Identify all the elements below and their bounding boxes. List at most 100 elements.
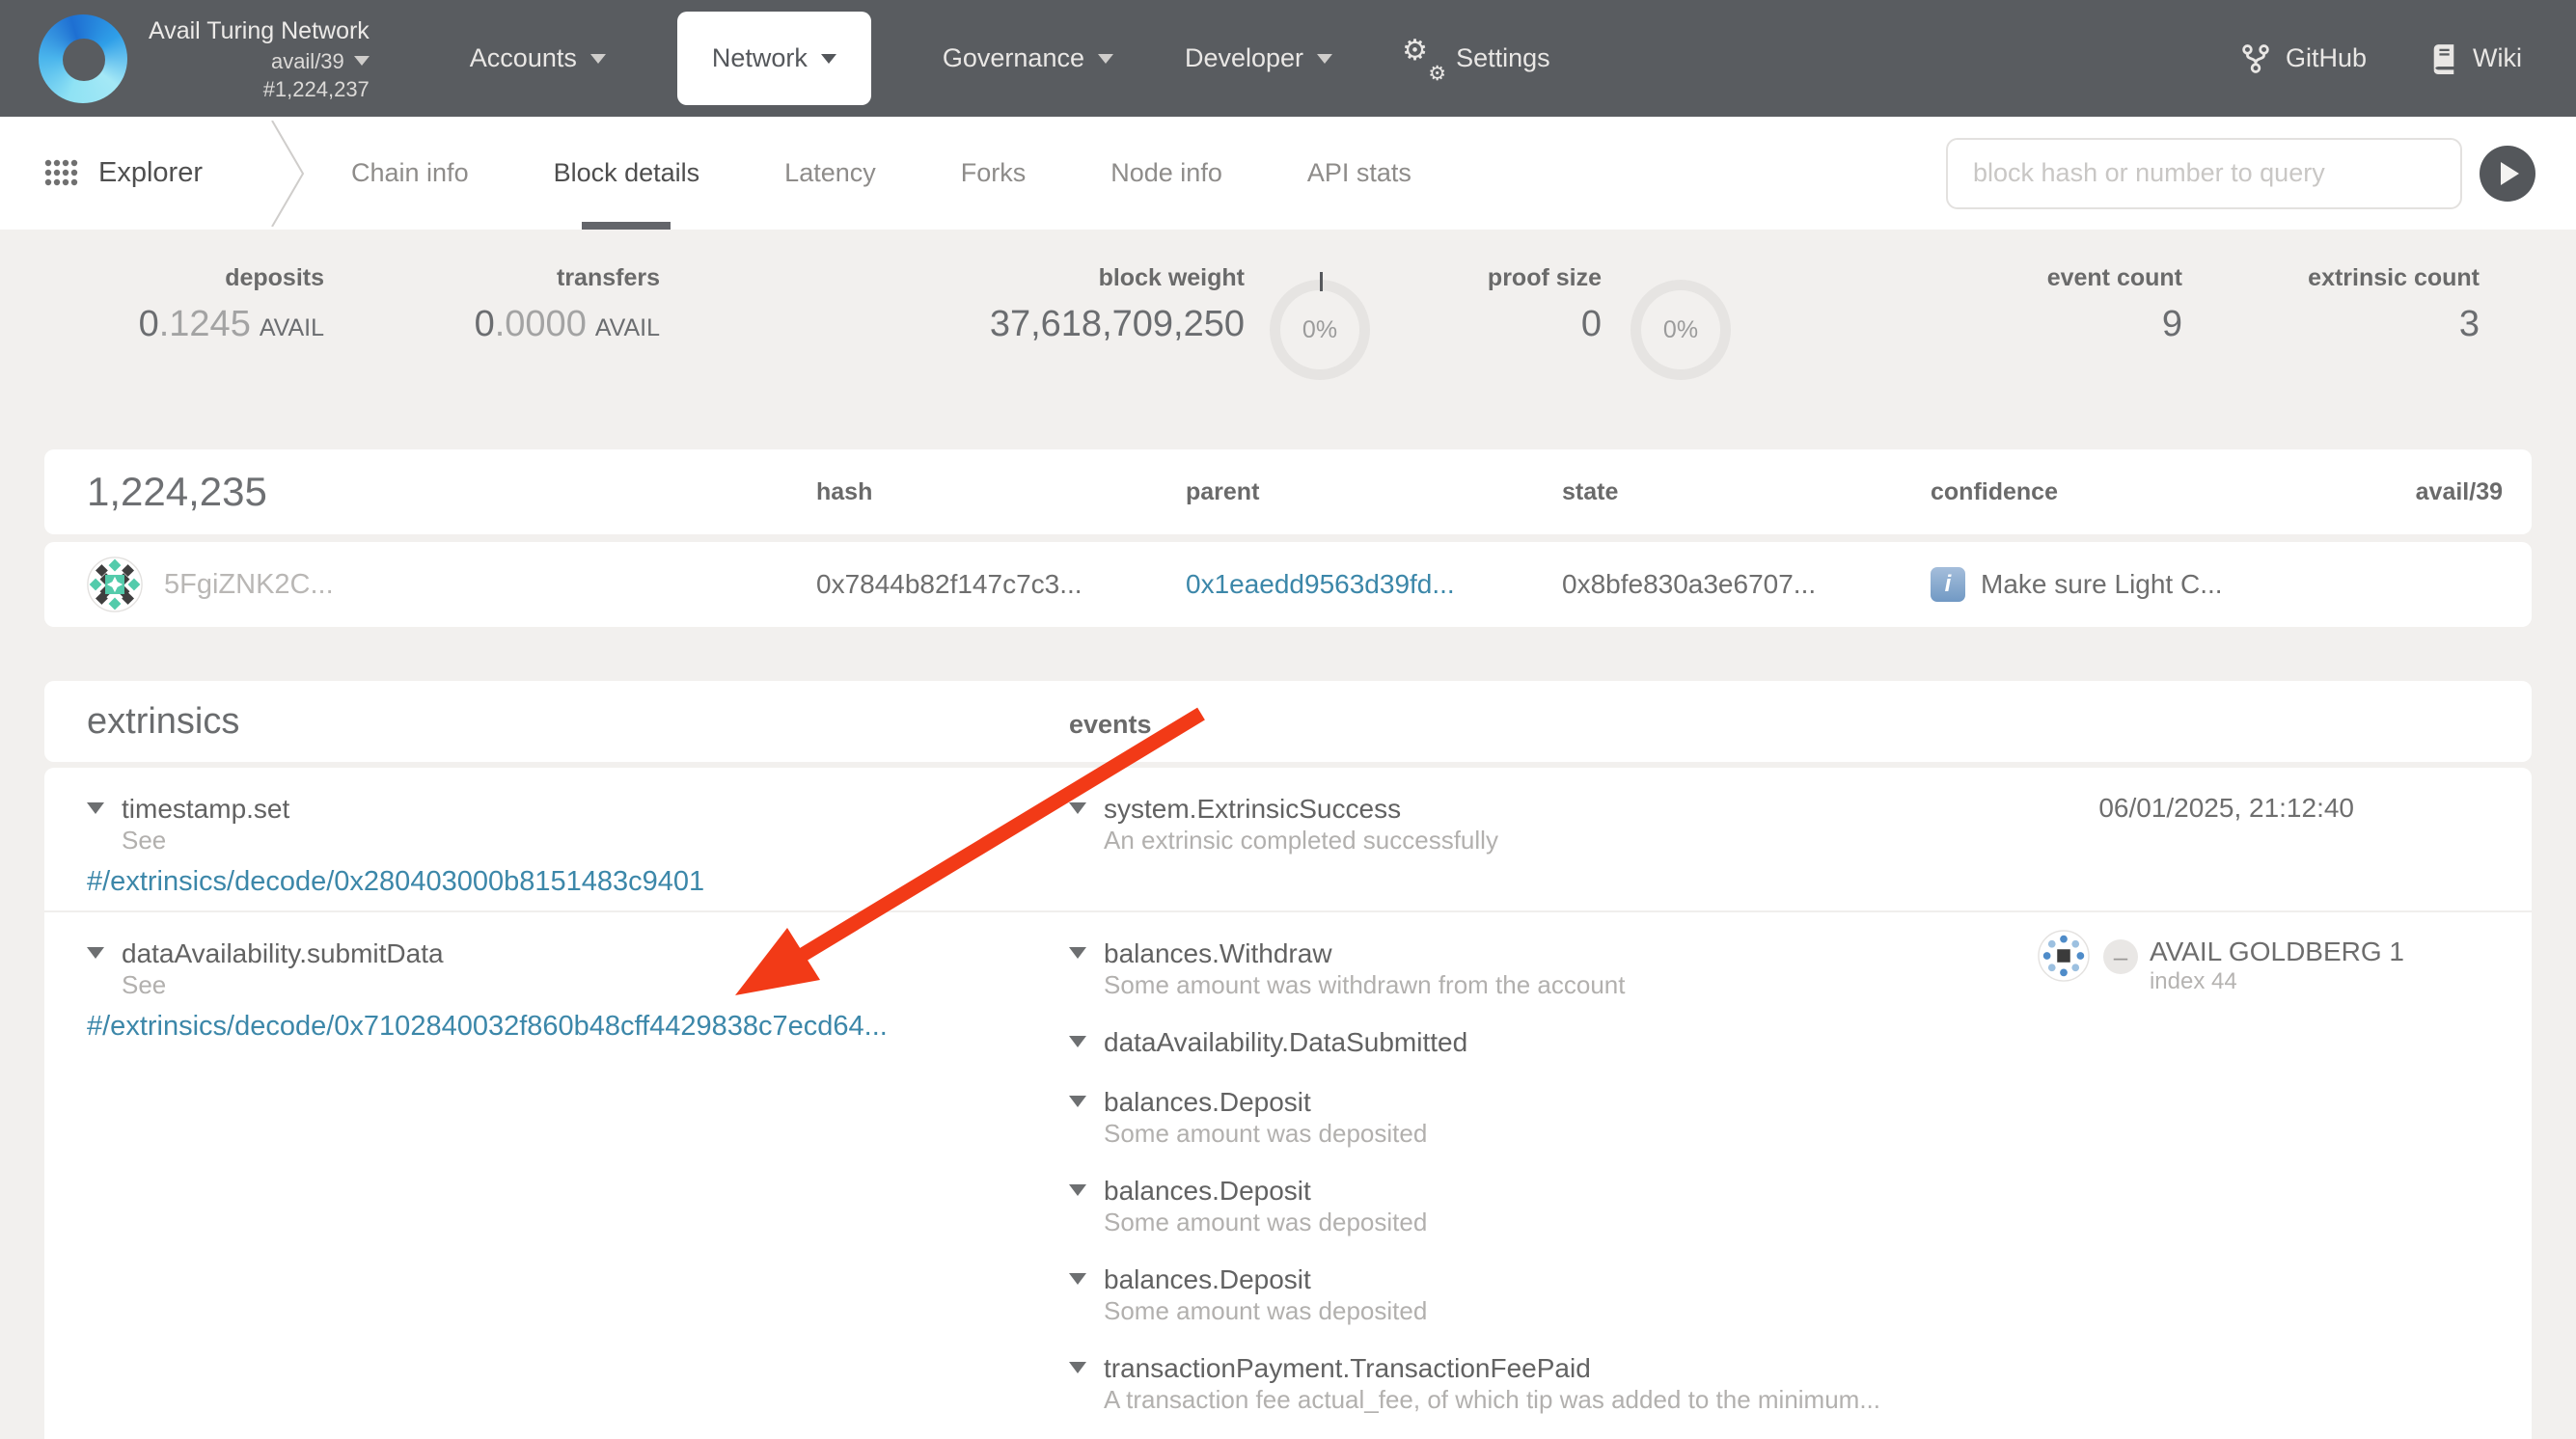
menu-item-network[interactable]: Network <box>677 12 871 105</box>
block-weight-progress-ring: 0% <box>1270 280 1370 380</box>
event-row: system.ExtrinsicSuccess An extrinsic com… <box>1069 793 2489 855</box>
value-int: 0 <box>1581 304 1602 344</box>
tab-forks[interactable]: Forks <box>961 117 1027 230</box>
tab-latency[interactable]: Latency <box>784 117 876 230</box>
search-submit-button[interactable] <box>2480 146 2535 202</box>
confidence-text: Make sure Light C... <box>1981 569 2223 600</box>
account-name: AVAIL GOLDBERG 1 <box>2150 936 2404 968</box>
stat-proof-size: proof size 0 <box>1380 264 1602 345</box>
extrinsics-panel-body: timestamp.set See #/extrinsics/decode/0x… <box>44 768 2532 1439</box>
tab-node-info[interactable]: Node info <box>1110 117 1222 230</box>
block-number: 1,224,235 <box>87 469 816 515</box>
tab-label: Chain info <box>351 158 469 188</box>
chain-selector[interactable]: avail/39 <box>271 47 370 75</box>
event-text: balances.Deposit Some amount was deposit… <box>1104 1175 1427 1236</box>
block-card-header: 1,224,235 hash parent state confidence a… <box>44 449 2532 534</box>
stat-label: block weight <box>868 264 1245 292</box>
avail-logo-icon <box>39 14 127 103</box>
caret-down-icon <box>590 54 606 64</box>
events-title: events <box>1069 710 1152 740</box>
stat-label: extrinsic count <box>2248 264 2480 292</box>
extrinsics-panel: extrinsics events timestamp.set See #/ex… <box>44 681 2532 1439</box>
wiki-book-icon <box>2430 43 2457 74</box>
block-card: 1,224,235 hash parent state confidence a… <box>44 449 2532 627</box>
stat-label: proof size <box>1380 264 1602 292</box>
expand-caret-icon[interactable] <box>1069 1362 1086 1373</box>
menu-item-governance[interactable]: Governance <box>943 43 1113 73</box>
extrinsic-row: dataAvailability.submitData See <box>87 937 1069 999</box>
col-header-chain: avail/39 <box>2416 478 2503 506</box>
link-label: Wiki <box>2473 43 2522 73</box>
ring-percent: 0% <box>1302 316 1337 344</box>
expand-caret-icon[interactable] <box>1069 1273 1086 1285</box>
event-text: system.ExtrinsicSuccess An extrinsic com… <box>1104 793 1498 855</box>
extrinsic-cell: dataAvailability.submitData See #/extrin… <box>87 937 1069 1439</box>
secondary-nav: Explorer Chain info Block details Latenc… <box>0 117 2576 230</box>
expand-caret-icon[interactable] <box>1069 947 1086 959</box>
block-confidence-cell: i Make sure Light C... <box>1931 567 2336 602</box>
menu-item-accounts[interactable]: Accounts <box>470 43 606 73</box>
event-row: balances.Deposit Some amount was deposit… <box>1069 1263 2489 1325</box>
expand-caret-icon[interactable] <box>1069 1184 1086 1196</box>
tab-block-details[interactable]: Block details <box>554 117 700 230</box>
wiki-link[interactable]: Wiki <box>2430 43 2522 74</box>
block-search-input[interactable] <box>1946 138 2462 209</box>
col-header-hash: hash <box>816 478 1186 506</box>
event-desc: A transaction fee actual_fee, of which t… <box>1104 1385 1880 1414</box>
caret-down-icon <box>1317 54 1332 64</box>
stat-value: 0.0000AVAIL <box>386 304 660 345</box>
extrinsic-row: timestamp.set See <box>87 793 1069 855</box>
value-unit: AVAIL <box>260 314 324 341</box>
expand-caret-icon[interactable] <box>1069 1036 1086 1047</box>
expand-caret-icon[interactable] <box>1069 802 1086 814</box>
block-search <box>1946 138 2535 209</box>
stat-extrinsic-count: extrinsic count 3 <box>2248 264 2480 345</box>
event-account[interactable]: – AVAIL GOLDBERG 1 index 44 <box>2038 930 2404 995</box>
stat-block-weight: block weight 37,618,709,250 <box>868 264 1245 345</box>
col-header-confidence: confidence <box>1931 478 2336 506</box>
github-link[interactable]: GitHub <box>2241 43 2367 74</box>
gears-icon: ⚙⚙ <box>1404 40 1442 78</box>
proof-size-progress-ring: 0% <box>1631 280 1731 380</box>
extrinsic-decode-link[interactable]: #/extrinsics/decode/0x280403000b8151483c… <box>87 864 1069 899</box>
expand-caret-icon[interactable] <box>87 802 104 814</box>
event-row: transactionPayment.TransactionFeePaid A … <box>1069 1352 2489 1414</box>
info-icon: i <box>1931 567 1965 602</box>
expand-caret-icon[interactable] <box>1069 1096 1086 1107</box>
brand-text: Avail Turing Network avail/39 #1,224,237 <box>149 14 370 103</box>
value-int: 0 <box>475 304 495 344</box>
event-name: balances.Withdraw <box>1104 937 1625 970</box>
event-name: balances.Deposit <box>1104 1086 1427 1119</box>
block-author-cell[interactable]: 5FgiZNK2C... <box>87 557 816 612</box>
event-desc: Some amount was withdrawn from the accou… <box>1104 970 1625 999</box>
github-fork-icon <box>2241 43 2270 74</box>
event-name: system.ExtrinsicSuccess <box>1104 793 1498 826</box>
events-cell: balances.Withdraw Some amount was withdr… <box>1069 937 2489 1439</box>
link-label: GitHub <box>2286 43 2367 73</box>
tab-label: Block details <box>554 158 700 188</box>
menu-item-developer[interactable]: Developer <box>1185 43 1332 73</box>
expand-caret-icon[interactable] <box>87 947 104 959</box>
section-explorer[interactable]: Explorer <box>44 157 203 189</box>
account-text: AVAIL GOLDBERG 1 index 44 <box>2150 930 2404 995</box>
value-decimals: .0000 <box>495 304 587 344</box>
col-header-parent: parent <box>1186 478 1562 506</box>
event-row: balances.Deposit Some amount was deposit… <box>1069 1175 2489 1236</box>
extrinsic-cell: timestamp.set See #/extrinsics/decode/0x… <box>87 793 1069 899</box>
value-int: 37,618,709,250 <box>990 304 1245 344</box>
extrinsic-decode-link[interactable]: #/extrinsics/decode/0x7102840032f860b48c… <box>87 1009 1069 1044</box>
block-state-root: 0x8bfe830a3e6707... <box>1562 569 1931 600</box>
brand[interactable]: Avail Turing Network avail/39 #1,224,237 <box>39 14 370 103</box>
extrinsic-group: dataAvailability.submitData See #/extrin… <box>44 912 2532 1439</box>
event-text: balances.Withdraw Some amount was withdr… <box>1104 937 1625 999</box>
chain-label: avail/39 <box>271 47 344 75</box>
summary-stats: deposits 0.1245AVAIL transfers 0.0000AVA… <box>0 264 2576 399</box>
stat-deposits: deposits 0.1245AVAIL <box>58 264 324 345</box>
value-int: 3 <box>2459 304 2480 344</box>
section-label-text: Explorer <box>98 157 203 189</box>
menu-item-settings[interactable]: ⚙⚙ Settings <box>1404 40 1550 78</box>
menu-label: Settings <box>1456 43 1550 73</box>
tab-api-stats[interactable]: API stats <box>1307 117 1411 230</box>
block-parent-link[interactable]: 0x1eaedd9563d39fd... <box>1186 569 1562 600</box>
tab-chain-info[interactable]: Chain info <box>351 117 469 230</box>
